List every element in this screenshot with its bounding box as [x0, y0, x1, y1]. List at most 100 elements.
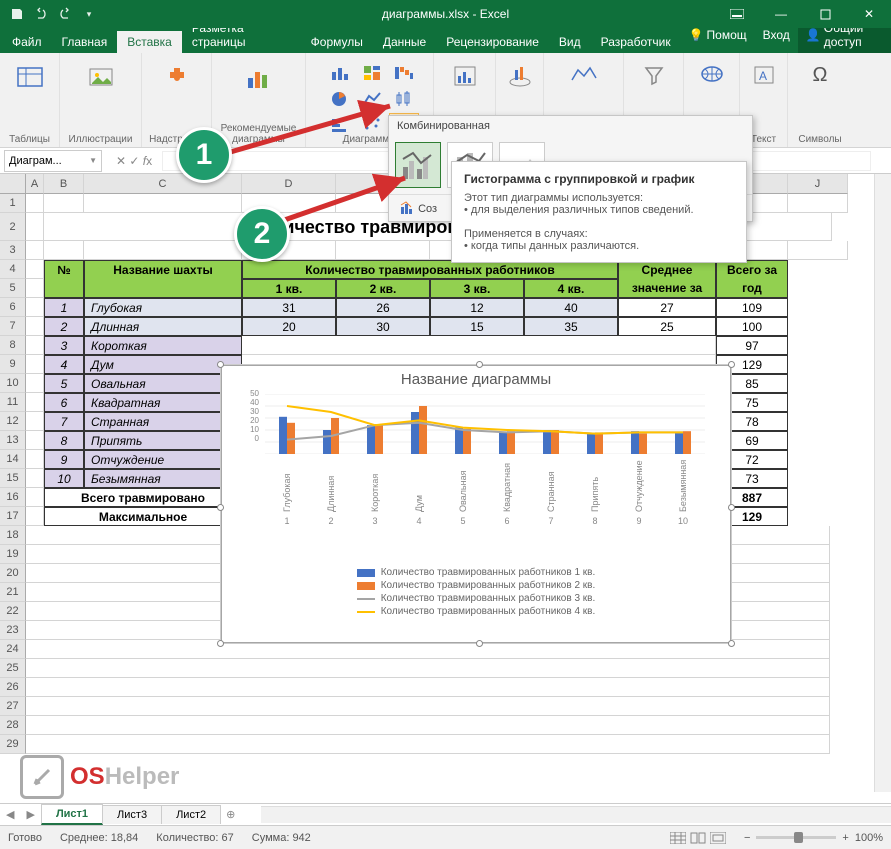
view-normal-icon[interactable]: [670, 832, 686, 844]
tab-developer[interactable]: Разработчик: [591, 31, 681, 53]
col-header[interactable]: A: [26, 174, 44, 194]
column-chart-icon[interactable]: [325, 61, 355, 85]
sheet-tab[interactable]: Лист3: [102, 805, 162, 824]
tab-data[interactable]: Данные: [373, 31, 436, 53]
horizontal-scrollbar[interactable]: [261, 806, 891, 823]
combo-option-clustered[interactable]: [395, 142, 441, 188]
sparklines-button[interactable]: [565, 61, 603, 89]
zoom-level[interactable]: 100%: [855, 832, 883, 844]
filters-button[interactable]: [638, 61, 670, 89]
zoom-out-button[interactable]: −: [744, 832, 750, 844]
fx-icon[interactable]: ✕ ✓ fx: [106, 154, 162, 168]
row-header[interactable]: 16: [0, 488, 26, 507]
row-header[interactable]: 17: [0, 507, 26, 526]
row-header[interactable]: 13: [0, 431, 26, 450]
row-header[interactable]: 29: [0, 735, 26, 754]
row-header[interactable]: 21: [0, 583, 26, 602]
status-ready: Готово: [8, 832, 42, 844]
vertical-scrollbar[interactable]: [874, 174, 891, 792]
statistic-chart-icon[interactable]: [389, 87, 419, 111]
table-row: 72Длинная2030153525100: [0, 317, 891, 336]
close-icon[interactable]: ✕: [847, 0, 891, 28]
row-header[interactable]: 3: [0, 241, 26, 260]
table-row: 83Короткая97: [0, 336, 891, 355]
maximize-icon[interactable]: [803, 0, 847, 28]
title-bar: ▾ диаграммы.xlsx - Excel — ✕: [0, 0, 891, 28]
view-break-icon[interactable]: [710, 832, 726, 844]
row-header[interactable]: 14: [0, 450, 26, 469]
tab-formulas[interactable]: Формулы: [301, 31, 373, 53]
row-header[interactable]: 20: [0, 564, 26, 583]
th-q4: 4 кв.: [524, 279, 618, 298]
row-header[interactable]: 23: [0, 621, 26, 640]
th-total2: год: [716, 279, 788, 298]
row-header[interactable]: 15: [0, 469, 26, 488]
row-header[interactable]: 26: [0, 678, 26, 697]
select-all[interactable]: [0, 174, 26, 194]
sheet-nav-next[interactable]: ▶: [20, 808, 40, 821]
sheet-nav-prev[interactable]: ◀: [0, 808, 20, 821]
text-button[interactable]: A: [748, 61, 780, 89]
combo-tooltip: Гистограмма с группировкой и график Этот…: [451, 161, 747, 263]
tables-button[interactable]: [11, 61, 49, 93]
new-sheet-button[interactable]: ⊕: [220, 808, 241, 821]
chart-title[interactable]: Название диаграммы: [221, 371, 731, 388]
embedded-chart[interactable]: Название диаграммы 50403020100 ГлубокаяД…: [220, 364, 732, 644]
tab-view[interactable]: Вид: [549, 31, 591, 53]
minimize-icon[interactable]: —: [759, 0, 803, 28]
name-box[interactable]: Диаграм...▼: [4, 150, 102, 172]
row-header[interactable]: 9: [0, 355, 26, 374]
col-header[interactable]: B: [44, 174, 84, 194]
sheet-tab[interactable]: Лист1: [41, 804, 103, 825]
row-header[interactable]: 2: [0, 213, 26, 241]
sheet-tabs: ◀ ▶ Лист1 Лист3 Лист2 ⊕: [0, 803, 891, 825]
illustrations-button[interactable]: [82, 61, 120, 93]
line-chart-icon[interactable]: [357, 87, 387, 111]
worksheet[interactable]: A B C D E F G H I J 1 2Количество травми…: [0, 174, 891, 754]
waterfall-chart-icon[interactable]: [389, 61, 419, 85]
annotation-2: 2: [234, 206, 290, 262]
addins-button[interactable]: [159, 61, 195, 93]
footer-total-label: Всего травмировано: [44, 488, 242, 507]
symbols-button[interactable]: Ω: [808, 61, 833, 90]
tab-review[interactable]: Рецензирование: [436, 31, 549, 53]
status-sum: Сумма: 942: [252, 832, 311, 844]
links-button[interactable]: [695, 61, 729, 87]
row-header[interactable]: 12: [0, 412, 26, 431]
ribbon-opts-icon[interactable]: [715, 0, 759, 28]
row-header[interactable]: 22: [0, 602, 26, 621]
3d-map-button[interactable]: [502, 61, 538, 91]
row-header[interactable]: 5: [0, 279, 26, 298]
zoom-slider[interactable]: [756, 836, 836, 839]
row-header[interactable]: 4: [0, 260, 26, 279]
row-header[interactable]: 25: [0, 659, 26, 678]
row-header[interactable]: 18: [0, 526, 26, 545]
pivot-chart-button[interactable]: [447, 61, 483, 91]
sheet-tab[interactable]: Лист2: [161, 805, 221, 824]
zoom-in-button[interactable]: +: [842, 832, 848, 844]
tab-insert[interactable]: Вставка: [117, 31, 182, 53]
row-header[interactable]: 11: [0, 393, 26, 412]
row-header[interactable]: 24: [0, 640, 26, 659]
row-header[interactable]: 7: [0, 317, 26, 336]
th-name: Название шахты: [84, 260, 242, 279]
chart-plot-area[interactable]: 50403020100 ГлубокаяДлиннаяКороткаяДумОв…: [265, 394, 705, 499]
col-header[interactable]: J: [788, 174, 848, 194]
recommended-charts-button[interactable]: [239, 61, 279, 95]
combo-chart-dropdown: Комбинированная Гистограмма с группировк…: [388, 115, 753, 222]
tab-file[interactable]: Файл: [2, 31, 52, 53]
row-header[interactable]: 8: [0, 336, 26, 355]
row-header[interactable]: 28: [0, 716, 26, 735]
row-header[interactable]: 27: [0, 697, 26, 716]
row-header[interactable]: 10: [0, 374, 26, 393]
row-header[interactable]: 19: [0, 545, 26, 564]
row-header[interactable]: 6: [0, 298, 26, 317]
view-page-icon[interactable]: [690, 832, 706, 844]
hierarchy-chart-icon[interactable]: [357, 61, 387, 85]
group-label: Символы: [788, 134, 852, 145]
col-header[interactable]: D: [242, 174, 336, 194]
row-header[interactable]: 1: [0, 194, 26, 213]
tab-home[interactable]: Главная: [52, 31, 118, 53]
y-axis-ticks: 50403020100: [237, 389, 259, 443]
pie-chart-icon[interactable]: [325, 87, 355, 111]
